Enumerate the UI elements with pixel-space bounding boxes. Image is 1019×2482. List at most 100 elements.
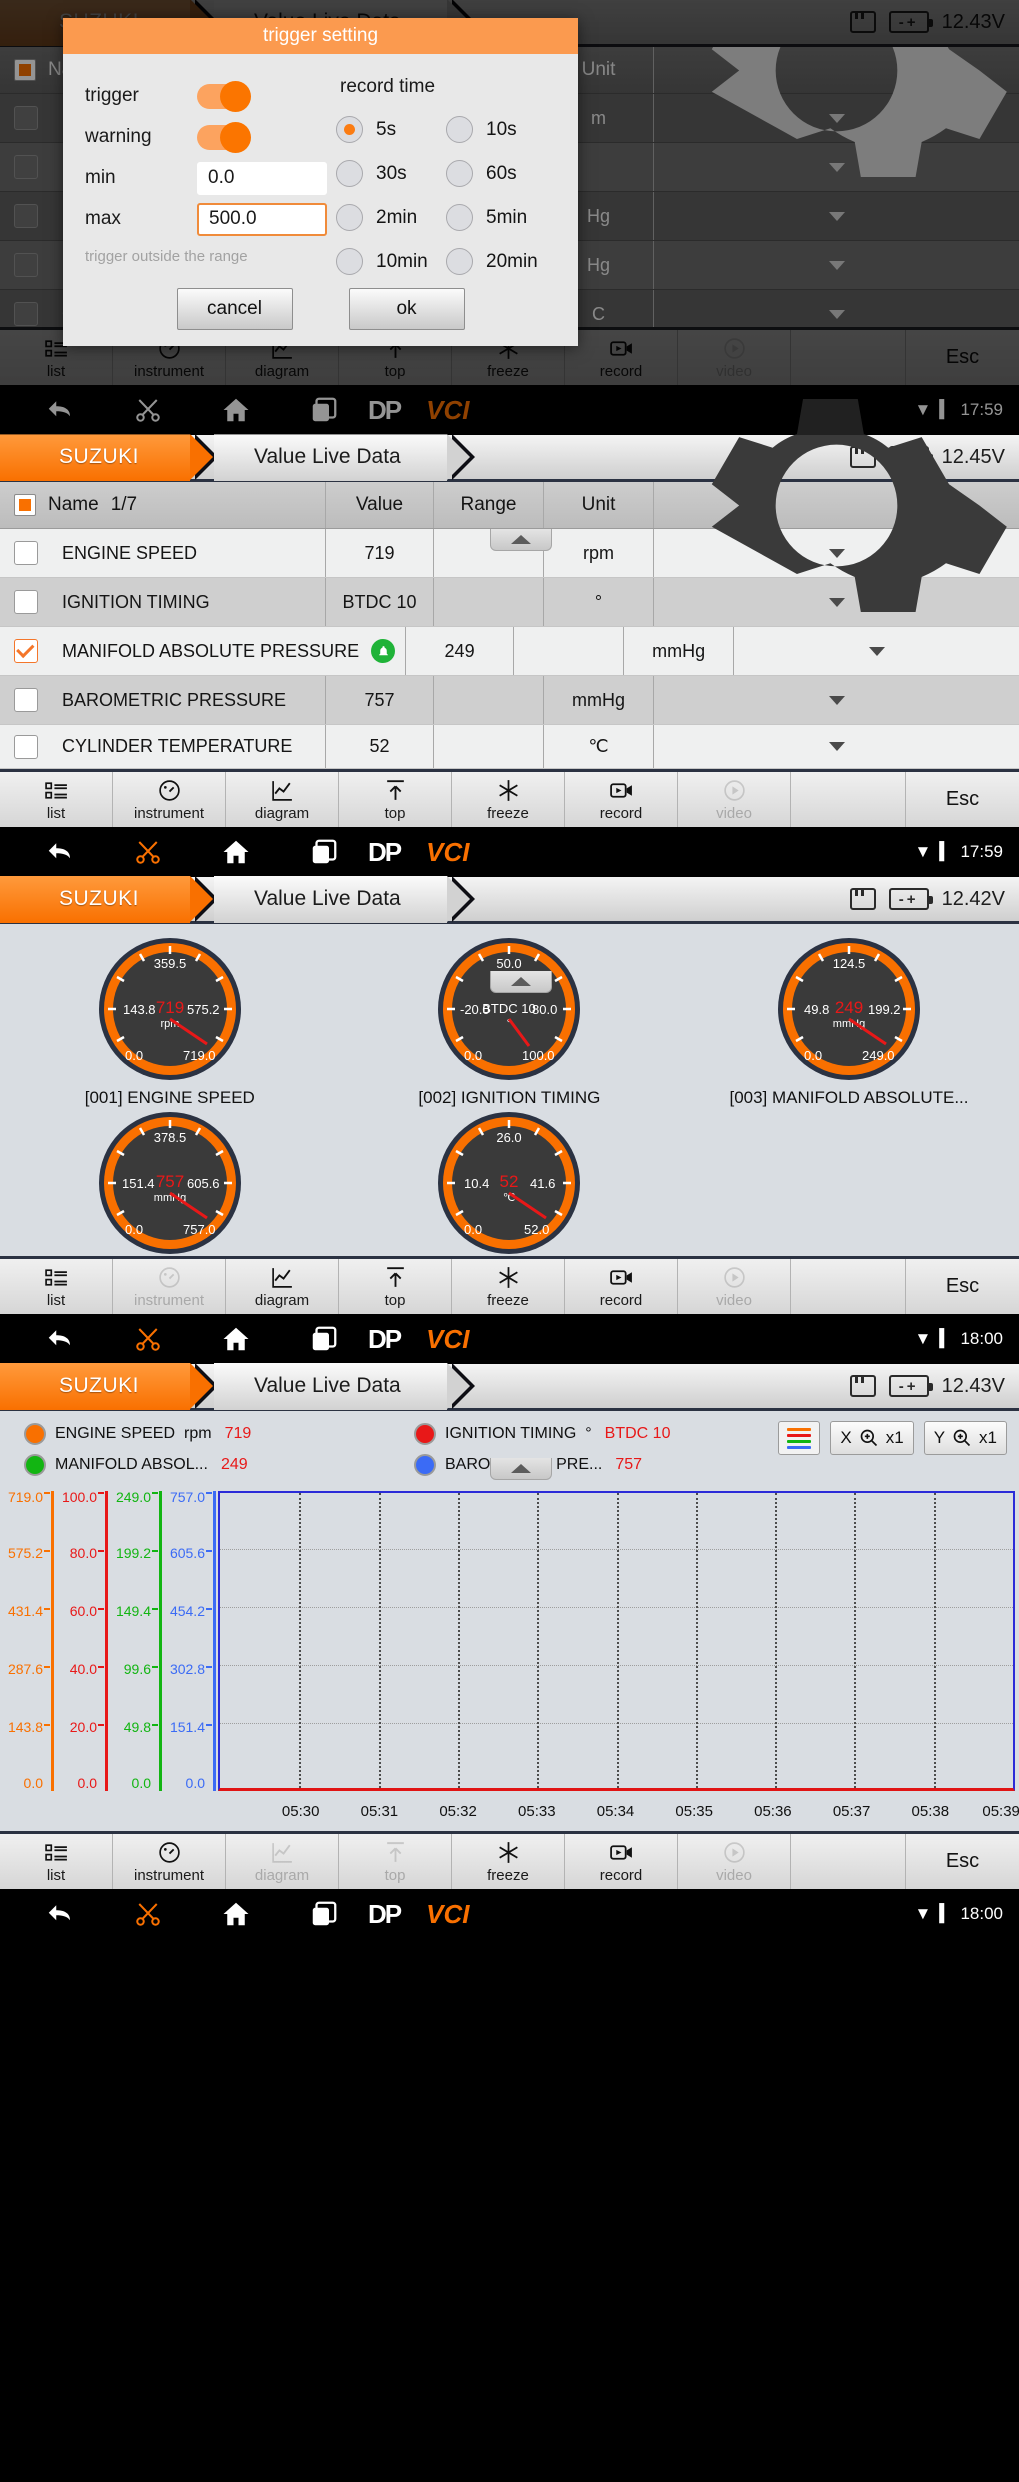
nav-back-button[interactable] [16, 1899, 104, 1929]
row-checkbox[interactable] [14, 734, 38, 759]
chevron-down-icon[interactable] [828, 742, 845, 751]
color-bars-button[interactable] [778, 1421, 821, 1455]
nav-back-button[interactable] [16, 1324, 104, 1354]
chevron-down-icon[interactable] [828, 597, 845, 607]
screen-tab[interactable]: Value Live Data [214, 1362, 475, 1410]
collapse-toggle[interactable] [490, 971, 552, 993]
nav-home-button[interactable] [192, 1324, 280, 1354]
toolbar-record[interactable]: record [565, 1259, 678, 1314]
toolbar-freeze[interactable]: freeze [452, 772, 565, 827]
nav-recents-button[interactable] [280, 1899, 368, 1929]
record-option-5min[interactable]: 5min [446, 204, 556, 231]
toolbar-label: instrument [133, 1866, 205, 1884]
record-option-10min[interactable]: 10min [336, 248, 446, 275]
toolbar-top[interactable]: top [339, 1834, 452, 1889]
snowflake-icon [498, 1841, 518, 1863]
svg-text:575.2: 575.2 [187, 1002, 220, 1017]
toolbar-record[interactable]: record [565, 772, 678, 827]
esc-button[interactable]: Esc [906, 772, 1019, 827]
y-tick: 0.0 [23, 1775, 43, 1791]
record-option-5s[interactable]: 5s [336, 116, 446, 143]
toolbar-video[interactable]: video [678, 772, 791, 827]
gauge-cell[interactable]: 26.0 10.4 41.6 0.0 52.0 52 ℃ [005] CYLIN… [340, 1108, 680, 1256]
y-tick: 80.0 [69, 1545, 97, 1561]
toolbar-video[interactable]: video [678, 1834, 791, 1889]
toolbar-list[interactable]: list [0, 1834, 113, 1889]
nav-screenshot-button[interactable] [104, 1899, 192, 1929]
brand-tab[interactable]: SUZUKI [0, 1362, 218, 1410]
collapse-toggle[interactable] [490, 529, 552, 551]
chevron-down-icon[interactable] [828, 695, 845, 705]
toolbar-record[interactable]: record [565, 1834, 678, 1889]
nav-back-button[interactable] [16, 837, 104, 867]
toolbar-instrument[interactable]: instrument [113, 1259, 226, 1314]
gauge-cell[interactable]: 124.5 49.8 199.2 0.0 249.0 249 mmHg [003… [679, 934, 1019, 1108]
record-option-2min[interactable]: 2min [336, 204, 446, 231]
gauge-cell[interactable]: 359.5 143.8 575.2 0.0 719.0 719 rpm [001… [0, 934, 340, 1108]
esc-button[interactable]: Esc [906, 1834, 1019, 1889]
record-time-label: record time [340, 76, 436, 97]
table-row[interactable]: IGNITION TIMING BTDC 10 ° [0, 578, 1019, 627]
live-data-chart[interactable]: 719.0 575.2 431.4 287.6 143.8 0.0 100.0 … [0, 1483, 1019, 1831]
record-option-30s[interactable]: 30s [336, 160, 446, 187]
recents-icon [312, 1326, 337, 1351]
row-checkbox[interactable] [14, 639, 38, 663]
toolbar-label: list [46, 1291, 66, 1309]
nav-recents-button[interactable] [280, 1324, 368, 1354]
cancel-button[interactable]: cancel [176, 288, 293, 330]
row-checkbox[interactable] [14, 590, 38, 614]
toolbar-instrument[interactable]: instrument [113, 1834, 226, 1889]
sd-card-icon [849, 888, 876, 910]
legend-item[interactable]: BAROMETRIC PRE...757 [414, 1449, 780, 1480]
toolbar-freeze[interactable]: freeze [452, 1834, 565, 1889]
record-option-20min[interactable]: 20min [446, 248, 556, 275]
settings-gear-button[interactable] [653, 398, 1019, 612]
record-option-10s[interactable]: 10s [446, 116, 556, 143]
nav-home-button[interactable] [192, 837, 280, 867]
table-row[interactable]: CYLINDER TEMPERATURE 52 ℃ [0, 725, 1019, 769]
collapse-toggle[interactable] [490, 1458, 552, 1480]
toolbar-list[interactable]: list [0, 772, 113, 827]
toolbar-top[interactable]: top [339, 1259, 452, 1314]
clock: 18:00 [960, 1904, 1003, 1923]
toolbar-freeze[interactable]: freeze [452, 1259, 565, 1314]
min-input[interactable]: 0.0 [197, 161, 327, 195]
warning-toggle[interactable] [197, 121, 251, 153]
legend-item[interactable]: ENGINE SPEED rpm 719 [24, 1418, 390, 1449]
chart-plot-area[interactable] [218, 1491, 1015, 1791]
y-zoom-control[interactable]: Y x1 [923, 1421, 1007, 1455]
table-row[interactable]: BAROMETRIC PRESSURE 757 mmHg [0, 676, 1019, 725]
brand-tab[interactable]: SUZUKI [0, 875, 218, 923]
row-checkbox[interactable] [14, 688, 38, 712]
x-zoom-control[interactable]: X x1 [830, 1421, 914, 1455]
toolbar-list[interactable]: list [0, 1259, 113, 1314]
toolbar-video[interactable]: video [678, 1259, 791, 1314]
gauge-cell[interactable]: 50.0 -20.0 80.0 0.0 100.0 BTDC 10 ° [002… [340, 934, 680, 1108]
brand-tab[interactable]: SUZUKI [0, 433, 218, 481]
table-row[interactable]: MANIFOLD ABSOLUTE PRESSURE 249 mmHg [0, 627, 1019, 676]
toolbar-diagram[interactable]: diagram [226, 772, 339, 827]
nav-recents-button[interactable] [280, 837, 368, 867]
svg-text:52.0: 52.0 [524, 1222, 549, 1237]
ok-button[interactable]: ok [348, 288, 465, 330]
gauge-cell[interactable]: 378.5 151.4 605.6 0.0 757.0 757 mmHg [00… [0, 1108, 340, 1256]
screen-tab[interactable]: Value Live Data [214, 875, 475, 923]
legend-item[interactable]: IGNITION TIMING ° BTDC 10 [414, 1418, 780, 1449]
chevron-down-icon[interactable] [828, 548, 845, 558]
toolbar-top[interactable]: top [339, 772, 452, 827]
toolbar-diagram[interactable]: diagram [226, 1259, 339, 1314]
screen-tab[interactable]: Value Live Data [214, 433, 475, 481]
legend-item[interactable]: MANIFOLD ABSOL... 249 [24, 1449, 390, 1480]
max-input[interactable]: 500.0 [197, 202, 327, 236]
toolbar-instrument[interactable]: instrument [113, 772, 226, 827]
select-all-checkbox[interactable] [14, 494, 36, 516]
nav-screenshot-button[interactable] [104, 837, 192, 867]
nav-home-button[interactable] [192, 1899, 280, 1929]
row-checkbox[interactable] [14, 541, 38, 565]
chevron-down-icon[interactable] [868, 646, 885, 656]
record-option-60s[interactable]: 60s [446, 160, 556, 187]
toolbar-diagram[interactable]: diagram [226, 1834, 339, 1889]
nav-screenshot-button[interactable] [104, 1324, 192, 1354]
trigger-toggle[interactable] [197, 80, 251, 112]
esc-button[interactable]: Esc [906, 1259, 1019, 1314]
